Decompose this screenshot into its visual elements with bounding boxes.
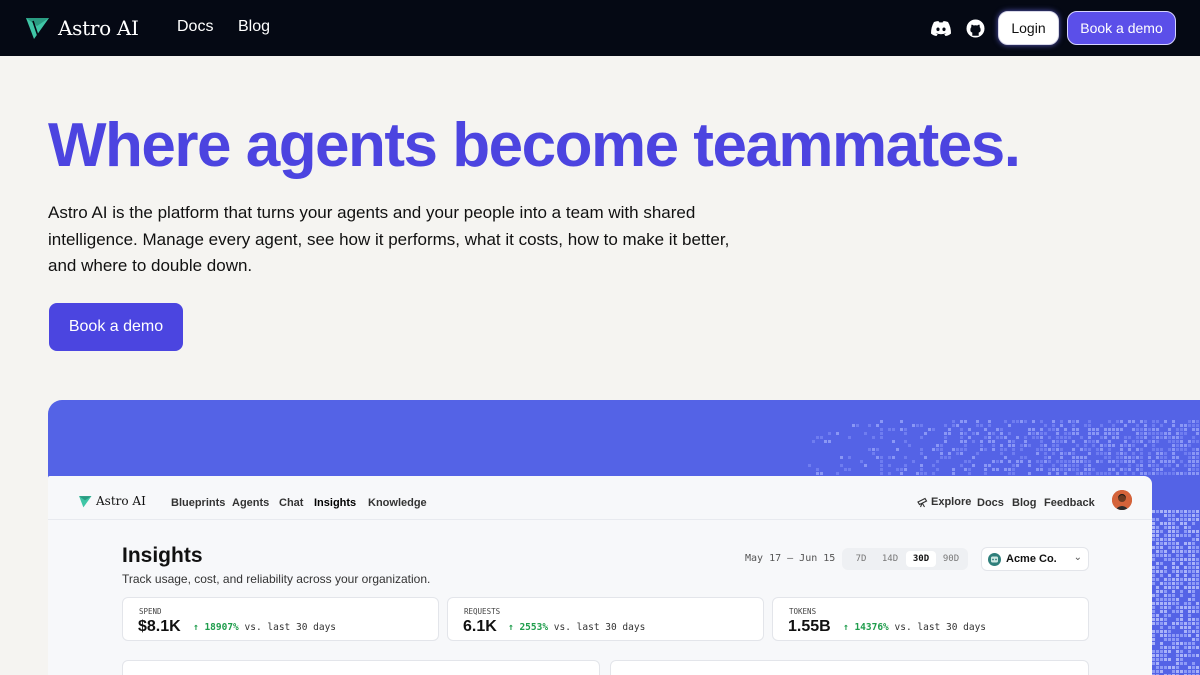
app-nav-feedback[interactable]: Feedback: [1044, 497, 1095, 509]
metric-compare: vs. last 30 days: [553, 622, 646, 633]
app-nav-docs[interactable]: Docs: [977, 497, 1004, 509]
top-nav: Astro AI Docs Blog Login Book a demo: [0, 0, 1200, 56]
metric-card-requests: REQUESTS 6.1K ↑ 2553% vs. last 30 days: [447, 597, 764, 641]
metric-card-tokens: TOKENS 1.55B ↑ 14376% vs. last 30 days: [772, 597, 1089, 641]
range-selector: 7D 14D 30D 90D: [842, 548, 968, 570]
nav-blog-link[interactable]: Blog: [238, 18, 270, 36]
app-nav-knowledge[interactable]: Knowledge: [368, 497, 427, 509]
org-name: Acme Co.: [1006, 553, 1057, 565]
github-icon[interactable]: [963, 16, 987, 40]
date-range: May 17 – Jun 15: [745, 553, 836, 564]
chart-panel: [122, 660, 600, 675]
avatar[interactable]: [1112, 490, 1132, 510]
metric-change: ↑ 18907%: [193, 622, 239, 633]
metric-label: TOKENS: [789, 607, 817, 616]
astro-logo-icon: [79, 495, 92, 507]
hero-description: Astro AI is the platform that turns your…: [48, 203, 730, 275]
metric-value: 1.55B: [788, 618, 831, 635]
app-nav-chat[interactable]: Chat: [279, 497, 303, 509]
metric-value: $8.1K: [138, 618, 181, 635]
metric-change: ↑ 14376%: [843, 622, 889, 633]
app-nav-insights[interactable]: Insights: [314, 497, 356, 509]
astro-logo-icon: [26, 18, 49, 39]
metric-delta: ↑ 18907% vs. last 30 days: [193, 622, 336, 633]
app-nav: Astro AI Blueprints Agents Chat Insights…: [48, 476, 1152, 520]
nav-docs-link[interactable]: Docs: [177, 18, 213, 36]
brand-name: Astro AI: [58, 16, 139, 40]
metric-delta: ↑ 14376% vs. last 30 days: [843, 622, 986, 633]
app-brand-logo[interactable]: Astro AI: [78, 494, 146, 508]
metric-card-spend: SPEND $8.1K ↑ 18907% vs. last 30 days: [122, 597, 439, 641]
app-nav-blueprints[interactable]: Blueprints: [171, 497, 225, 509]
org-icon: [988, 552, 1001, 566]
metric-change: ↑ 2553%: [508, 622, 549, 633]
telescope-icon: [917, 497, 928, 507]
product-showcase: Astro AI Blueprints Agents Chat Insights…: [48, 400, 1200, 675]
range-14d[interactable]: 14D: [876, 551, 904, 567]
range-90d[interactable]: 90D: [937, 551, 965, 567]
chart-panel: [610, 660, 1089, 675]
hero-title: Where agents become teammates.: [48, 111, 1021, 180]
login-button[interactable]: Login: [998, 11, 1059, 45]
metric-delta: ↑ 2553% vs. last 30 days: [508, 622, 645, 633]
app-brand-name: Astro AI: [96, 494, 146, 508]
app-nav-explore[interactable]: Explore: [917, 496, 971, 508]
app-nav-agents[interactable]: Agents: [232, 497, 269, 509]
metric-compare: vs. last 30 days: [894, 622, 987, 633]
metric-label: SPEND: [139, 607, 162, 616]
page-title: Insights: [122, 544, 203, 567]
app-nav-explore-label: Explore: [931, 496, 972, 508]
brand-logo[interactable]: Astro AI: [24, 16, 139, 40]
range-30d[interactable]: 30D: [906, 551, 936, 567]
metric-label: REQUESTS: [464, 607, 501, 616]
app-screenshot: Astro AI Blueprints Agents Chat Insights…: [48, 476, 1152, 675]
metric-value: 6.1K: [463, 618, 497, 635]
range-7d[interactable]: 7D: [848, 551, 874, 567]
metric-compare: vs. last 30 days: [244, 622, 337, 633]
org-selector[interactable]: Acme Co. ⌄: [981, 547, 1089, 571]
chevron-down-icon: ⌄: [1073, 552, 1082, 563]
book-demo-hero-button[interactable]: Book a demo: [49, 303, 183, 351]
book-demo-nav-button[interactable]: Book a demo: [1067, 11, 1176, 45]
page-subtitle: Track usage, cost, and reliability acros…: [122, 572, 431, 586]
discord-icon[interactable]: [929, 16, 953, 40]
app-nav-blog[interactable]: Blog: [1012, 497, 1036, 509]
